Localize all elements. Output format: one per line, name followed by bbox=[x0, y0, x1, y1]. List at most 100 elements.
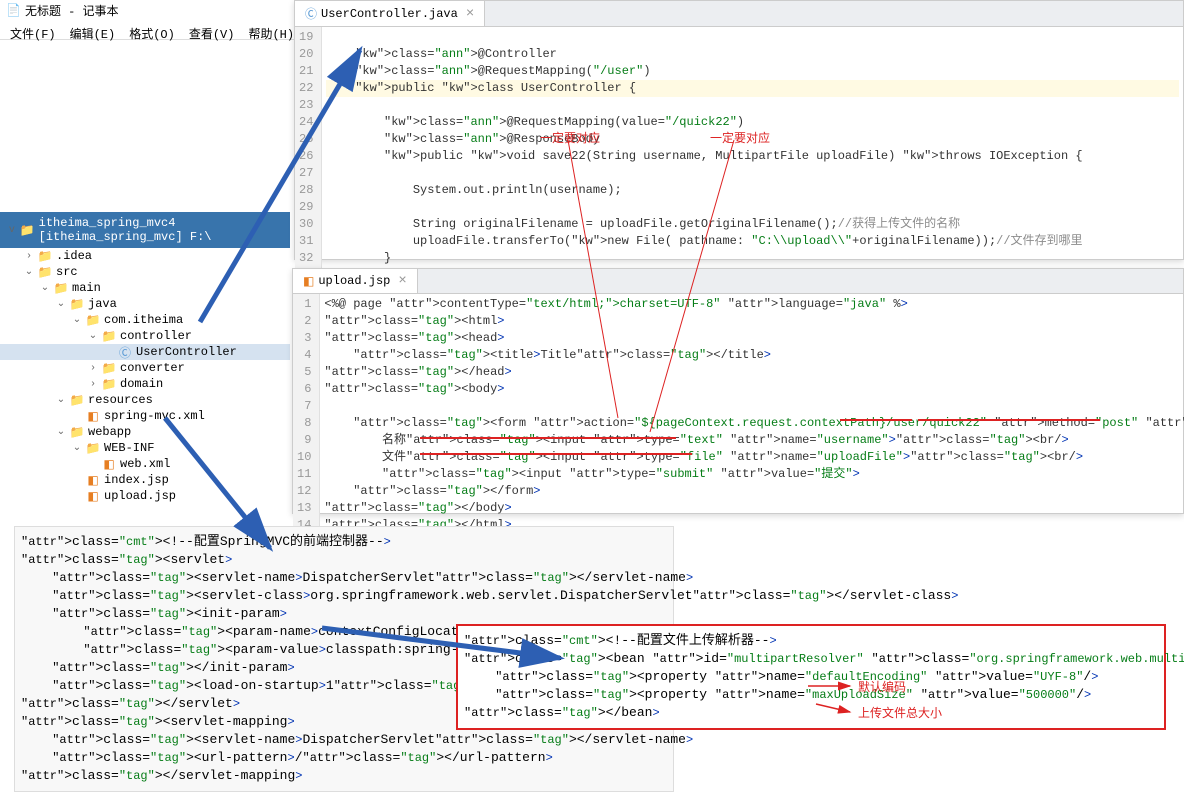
chevron-down-icon: ⌄ bbox=[56, 394, 66, 406]
tree-item-label: converter bbox=[120, 361, 185, 375]
chevron-down-icon: ⌄ bbox=[56, 298, 66, 310]
code-line: "attr">class="tag"><servlet-name>Dispatc… bbox=[21, 731, 667, 749]
close-icon[interactable]: × bbox=[466, 6, 474, 22]
editor-tabs-2: ◧ upload.jsp × bbox=[293, 269, 1183, 294]
tree-item-label: java bbox=[88, 297, 117, 311]
code-line: "attr">class="cmt"><!--配置SpringMVC的前端控制器… bbox=[21, 533, 667, 551]
tree-item-label: .idea bbox=[56, 249, 92, 263]
tree-item[interactable]: ◧ web.xml bbox=[0, 456, 290, 472]
menu-item[interactable]: 查看(V) bbox=[183, 23, 241, 44]
chevron-down-icon: ⌄ bbox=[72, 442, 82, 454]
folder-icon: 📁 bbox=[86, 441, 100, 455]
code-line: "attr">class="tag"></servlet-mapping> bbox=[21, 767, 667, 785]
annotation-note-1: 一定要对应 bbox=[540, 129, 600, 146]
annotation-note-2: 一定要对应 bbox=[710, 129, 770, 146]
code-line: "attr">class="tag"><property "attr">name… bbox=[464, 686, 1158, 704]
code-area-1[interactable]: 192021222324252627282930313233 "kw">clas… bbox=[295, 27, 1183, 286]
folder-blue-icon: 📁 bbox=[70, 425, 84, 439]
tree-item-label: src bbox=[56, 265, 78, 279]
xfile-icon: ◧ bbox=[86, 409, 100, 423]
tree-root-label: itheima_spring_mvc4 [itheima_spring_mvc]… bbox=[39, 216, 282, 244]
tree-item-label: UserController bbox=[136, 345, 237, 359]
code-line: "attr">class="tag"><servlet> bbox=[21, 551, 667, 569]
tree-item-label: webapp bbox=[88, 425, 131, 439]
tab-label: upload.jsp bbox=[318, 274, 390, 288]
chevron-down-icon: ⌄ bbox=[72, 314, 82, 326]
tree-item[interactable]: ⌄ 📁 java bbox=[0, 296, 290, 312]
tree-item-label: spring-mvc.xml bbox=[104, 409, 205, 423]
note-encoding: 默认编码 bbox=[858, 678, 906, 695]
tree-item-label: com.itheima bbox=[104, 313, 183, 327]
folder-blue-icon: 📁 bbox=[70, 297, 84, 311]
code-line: "attr">class="cmt"><!--配置文件上传解析器--> bbox=[464, 632, 1158, 650]
tree-item[interactable]: ⌄ 📁 WEB-INF bbox=[0, 440, 290, 456]
chevron-down-icon: ⌄ bbox=[24, 266, 34, 278]
close-icon[interactable]: × bbox=[398, 273, 406, 289]
jsp-icon: ◧ bbox=[86, 473, 100, 487]
chevron-right-icon: › bbox=[88, 363, 98, 374]
tree-root[interactable]: v 📁 itheima_spring_mvc4 [itheima_spring_… bbox=[0, 212, 290, 248]
code-line: "attr">class="tag"><url-pattern>/"attr">… bbox=[21, 749, 667, 767]
folder-gray-icon: 📁 bbox=[38, 265, 52, 279]
tree-item[interactable]: ›📁.idea bbox=[0, 248, 290, 264]
editor-tabs: Ⓒ UserController.java × bbox=[295, 1, 1183, 27]
tab-upload-jsp[interactable]: ◧ upload.jsp × bbox=[293, 269, 418, 293]
folder-gray-icon: 📁 bbox=[54, 281, 68, 295]
jsp-icon: ◧ bbox=[86, 489, 100, 503]
tree-item[interactable]: ◧ upload.jsp bbox=[0, 488, 290, 504]
code-area-2[interactable]: 1234567891011121314 <%@ page "attr">cont… bbox=[293, 294, 1183, 536]
jfile-icon: Ⓒ bbox=[118, 345, 132, 359]
code-line: "attr">class="tag"><init-param> bbox=[21, 605, 667, 623]
folder-icon: 📁 bbox=[70, 393, 84, 407]
menu-item[interactable]: 帮助(H) bbox=[242, 23, 300, 44]
notepad-title-text: 无标题 - 记事本 bbox=[25, 2, 119, 19]
project-tree: v 📁 itheima_spring_mvc4 [itheima_spring_… bbox=[0, 212, 290, 504]
code-line: "attr">class="tag"><property "attr">name… bbox=[464, 668, 1158, 686]
tab-label: UserController.java bbox=[321, 7, 458, 21]
chevron-right-icon: › bbox=[24, 251, 34, 262]
jsp-file-icon: ◧ bbox=[303, 274, 314, 289]
notepad-icon: 📄 bbox=[6, 3, 21, 18]
tree-item-label: web.xml bbox=[120, 457, 170, 471]
tree-item[interactable]: ⌄ 📁 main bbox=[0, 280, 290, 296]
chevron-down-icon: ⌄ bbox=[88, 330, 98, 342]
note-size: 上传文件总大小 bbox=[858, 704, 942, 721]
folder-icon: 📁 bbox=[86, 313, 100, 327]
chevron-right-icon: › bbox=[88, 379, 98, 390]
tree-item[interactable]: ◧ index.jsp bbox=[0, 472, 290, 488]
folder-icon: 📁 bbox=[20, 223, 35, 238]
chevron-down-icon: ⌄ bbox=[56, 426, 66, 438]
tree-item-label: domain bbox=[120, 377, 163, 391]
bean-config-snippet: "attr">class="cmt"><!--配置文件上传解析器-->"attr… bbox=[456, 624, 1166, 730]
code-line: "attr">class="tag"><servlet-name>Dispatc… bbox=[21, 569, 667, 587]
menu-item[interactable]: 文件(F) bbox=[4, 23, 62, 44]
tree-item[interactable]: › 📁 converter bbox=[0, 360, 290, 376]
tree-item[interactable]: ⌄ 📁 src bbox=[0, 264, 290, 280]
tree-item[interactable]: Ⓒ UserController bbox=[0, 344, 290, 360]
tree-item-label: index.jsp bbox=[104, 473, 169, 487]
tree-item-label: upload.jsp bbox=[104, 489, 176, 503]
chevron-down-icon: ⌄ bbox=[40, 282, 50, 294]
menu-item[interactable]: 编辑(E) bbox=[64, 23, 122, 44]
folder-icon: 📁 bbox=[102, 361, 116, 375]
tree-item-label: main bbox=[72, 281, 101, 295]
tree-item-label: controller bbox=[120, 329, 192, 343]
tab-usercontroller[interactable]: Ⓒ UserController.java × bbox=[295, 1, 485, 26]
editor-upload-jsp: ◧ upload.jsp × 1234567891011121314 <%@ p… bbox=[292, 268, 1184, 514]
tree-item[interactable]: ⌄ 📁 resources bbox=[0, 392, 290, 408]
xfile-icon: ◧ bbox=[102, 457, 116, 471]
tree-item-label: resources bbox=[88, 393, 153, 407]
tree-item[interactable]: ⌄ 📁 com.itheima bbox=[0, 312, 290, 328]
menu-item[interactable]: 格式(O) bbox=[123, 23, 181, 44]
code-line: "attr">class="tag"><servlet-class>org.sp… bbox=[21, 587, 667, 605]
tree-item-label: WEB-INF bbox=[104, 441, 154, 455]
tree-item[interactable]: ›📁domain bbox=[0, 376, 290, 392]
tree-item[interactable]: ⌄ 📁 controller bbox=[0, 328, 290, 344]
chevron-down-icon: v bbox=[8, 225, 16, 236]
tree-item[interactable]: ◧ spring-mvc.xml bbox=[0, 408, 290, 424]
tree-item[interactable]: ⌄ 📁 webapp bbox=[0, 424, 290, 440]
folder-icon: 📁 bbox=[102, 329, 116, 343]
code-line: "attr">class="tag"></bean> bbox=[464, 704, 1158, 722]
code-line: "attr">class="tag"><bean "attr">id="mult… bbox=[464, 650, 1158, 668]
java-file-icon: Ⓒ bbox=[305, 5, 317, 22]
